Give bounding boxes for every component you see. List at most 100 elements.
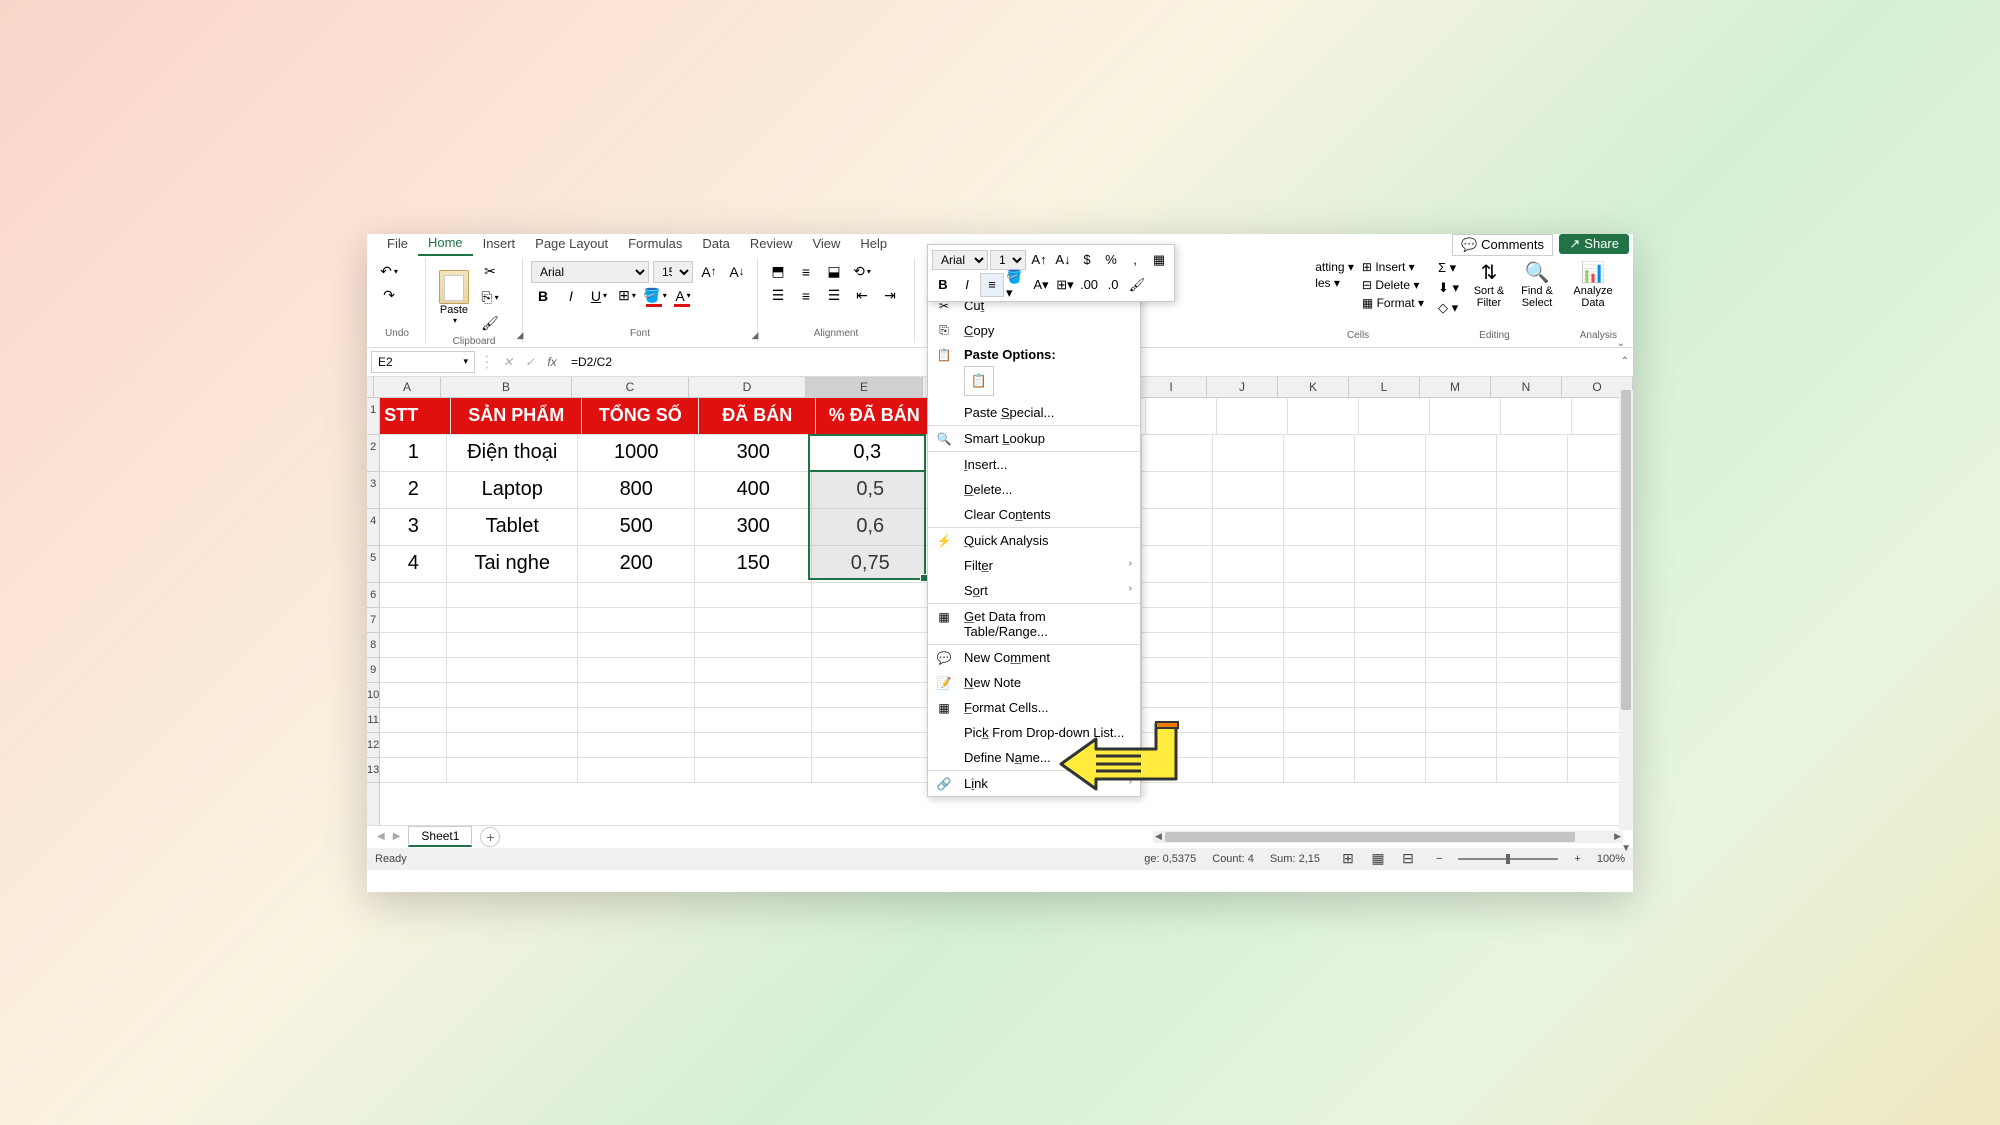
- fill-button[interactable]: ⬇ ▾: [1438, 280, 1459, 296]
- align-bottom-button[interactable]: ⬓: [822, 260, 846, 284]
- fx-button[interactable]: fx: [543, 355, 561, 369]
- mini-accounting-format[interactable]: $: [1076, 249, 1098, 271]
- tab-help[interactable]: Help: [850, 234, 897, 256]
- cell[interactable]: 0,6: [812, 509, 929, 545]
- cell[interactable]: [380, 583, 447, 607]
- cell[interactable]: [380, 733, 447, 757]
- ctx-paste-option-default[interactable]: 📋: [964, 366, 994, 396]
- cell[interactable]: [1213, 509, 1284, 545]
- conditional-formatting-button[interactable]: atting ▾: [1315, 260, 1354, 274]
- row-header-5[interactable]: 5: [367, 546, 379, 583]
- ctx-get-data[interactable]: ▦Get Data from Table/Range...: [928, 603, 1140, 644]
- cell[interactable]: [1213, 733, 1284, 757]
- mini-conditional-format[interactable]: ▦: [1148, 249, 1170, 271]
- cell[interactable]: [380, 708, 447, 732]
- cell[interactable]: [380, 608, 447, 632]
- col-header-D[interactable]: D: [689, 377, 806, 397]
- ctx-clear-contents[interactable]: Clear Contents: [928, 502, 1140, 527]
- cell[interactable]: [812, 633, 929, 657]
- row-header-12[interactable]: 12: [367, 733, 379, 758]
- cell[interactable]: [812, 733, 929, 757]
- cell[interactable]: [1284, 608, 1355, 632]
- cell[interactable]: 1: [380, 435, 447, 471]
- cell[interactable]: [1213, 472, 1284, 508]
- col-header-M[interactable]: M: [1420, 377, 1491, 397]
- cell[interactable]: [1497, 683, 1568, 707]
- cell[interactable]: [1284, 708, 1355, 732]
- ctx-new-comment[interactable]: 💬New Comment: [928, 644, 1140, 670]
- mini-borders[interactable]: ⊞▾: [1054, 274, 1076, 296]
- cell[interactable]: [1355, 758, 1426, 782]
- row-header-9[interactable]: 9: [367, 658, 379, 683]
- zoom-in-button[interactable]: +: [1574, 853, 1580, 865]
- cell[interactable]: [578, 583, 695, 607]
- cell[interactable]: Tai nghe: [447, 546, 578, 582]
- cell[interactable]: [1217, 398, 1288, 434]
- mini-size-select[interactable]: 15: [990, 250, 1026, 270]
- cell[interactable]: [1284, 472, 1355, 508]
- cell[interactable]: [1355, 608, 1426, 632]
- cell[interactable]: [1355, 733, 1426, 757]
- enter-formula-button[interactable]: ✓: [521, 355, 539, 369]
- align-left-button[interactable]: ☰: [766, 284, 790, 308]
- increase-indent-button[interactable]: ⇥: [878, 284, 902, 308]
- cell[interactable]: [695, 733, 812, 757]
- cells-insert-button[interactable]: ⊞ Insert ▾: [1362, 260, 1424, 274]
- cell[interactable]: [1497, 435, 1568, 471]
- cell[interactable]: 0,3: [812, 435, 929, 471]
- cell[interactable]: [1142, 683, 1213, 707]
- row-header-8[interactable]: 8: [367, 633, 379, 658]
- cell[interactable]: [1426, 509, 1497, 545]
- next-sheet-button[interactable]: ▶: [393, 831, 401, 842]
- zoom-level[interactable]: 100%: [1597, 853, 1625, 865]
- page-break-view-button[interactable]: ⊟: [1396, 847, 1420, 871]
- cell[interactable]: [1142, 608, 1213, 632]
- fill-color-button[interactable]: 🪣▾: [643, 284, 667, 308]
- mini-increase-decimal[interactable]: .00: [1078, 274, 1100, 296]
- cell[interactable]: [1284, 633, 1355, 657]
- tab-data[interactable]: Data: [692, 234, 739, 256]
- cell[interactable]: 300: [695, 435, 812, 471]
- decrease-font-button[interactable]: A↓: [725, 260, 749, 284]
- cell[interactable]: [1146, 398, 1217, 434]
- tab-home[interactable]: Home: [418, 234, 473, 257]
- analyze-data-button[interactable]: 📊 Analyze Data: [1569, 260, 1617, 309]
- orientation-button[interactable]: ⟲▾: [850, 260, 874, 284]
- mini-decrease-decimal[interactable]: .0: [1102, 274, 1124, 296]
- cell[interactable]: [447, 708, 578, 732]
- cell[interactable]: [1213, 608, 1284, 632]
- horizontal-scrollbar[interactable]: ◀▶: [1153, 831, 1623, 843]
- col-header-N[interactable]: N: [1491, 377, 1562, 397]
- cell[interactable]: [578, 708, 695, 732]
- row-header-2[interactable]: 2: [367, 435, 379, 472]
- row-header-10[interactable]: 10: [367, 683, 379, 708]
- prev-sheet-button[interactable]: ◀: [377, 831, 385, 842]
- cell[interactable]: [1497, 608, 1568, 632]
- autosum-button[interactable]: Σ ▾: [1438, 260, 1459, 276]
- cell[interactable]: [1359, 398, 1430, 434]
- cell[interactable]: Tablet: [447, 509, 578, 545]
- cell[interactable]: [812, 608, 929, 632]
- col-header-I[interactable]: I: [1136, 377, 1207, 397]
- cell[interactable]: [1355, 683, 1426, 707]
- collapse-ribbon-button[interactable]: ⌄: [1617, 338, 1625, 349]
- mini-format-painter[interactable]: 🖌: [1126, 274, 1148, 296]
- cell[interactable]: [1213, 683, 1284, 707]
- row-header-13[interactable]: 13: [367, 758, 379, 783]
- align-right-button[interactable]: ☰: [822, 284, 846, 308]
- mini-comma-format[interactable]: ,: [1124, 249, 1146, 271]
- mini-font-select[interactable]: Arial: [932, 250, 988, 270]
- font-name-select[interactable]: Arial: [531, 261, 649, 283]
- mini-center[interactable]: ≡: [980, 273, 1004, 297]
- cell[interactable]: SẢN PHẨM: [451, 398, 582, 434]
- cell[interactable]: [1426, 758, 1497, 782]
- bold-button[interactable]: B: [531, 284, 555, 308]
- expand-formula-button[interactable]: ⌃: [1621, 356, 1629, 367]
- cell[interactable]: [1426, 546, 1497, 582]
- cell[interactable]: 2: [380, 472, 447, 508]
- cell[interactable]: [1142, 658, 1213, 682]
- cell[interactable]: 3: [380, 509, 447, 545]
- font-size-select[interactable]: 15: [653, 261, 693, 283]
- cell[interactable]: [1284, 683, 1355, 707]
- cell[interactable]: [1284, 758, 1355, 782]
